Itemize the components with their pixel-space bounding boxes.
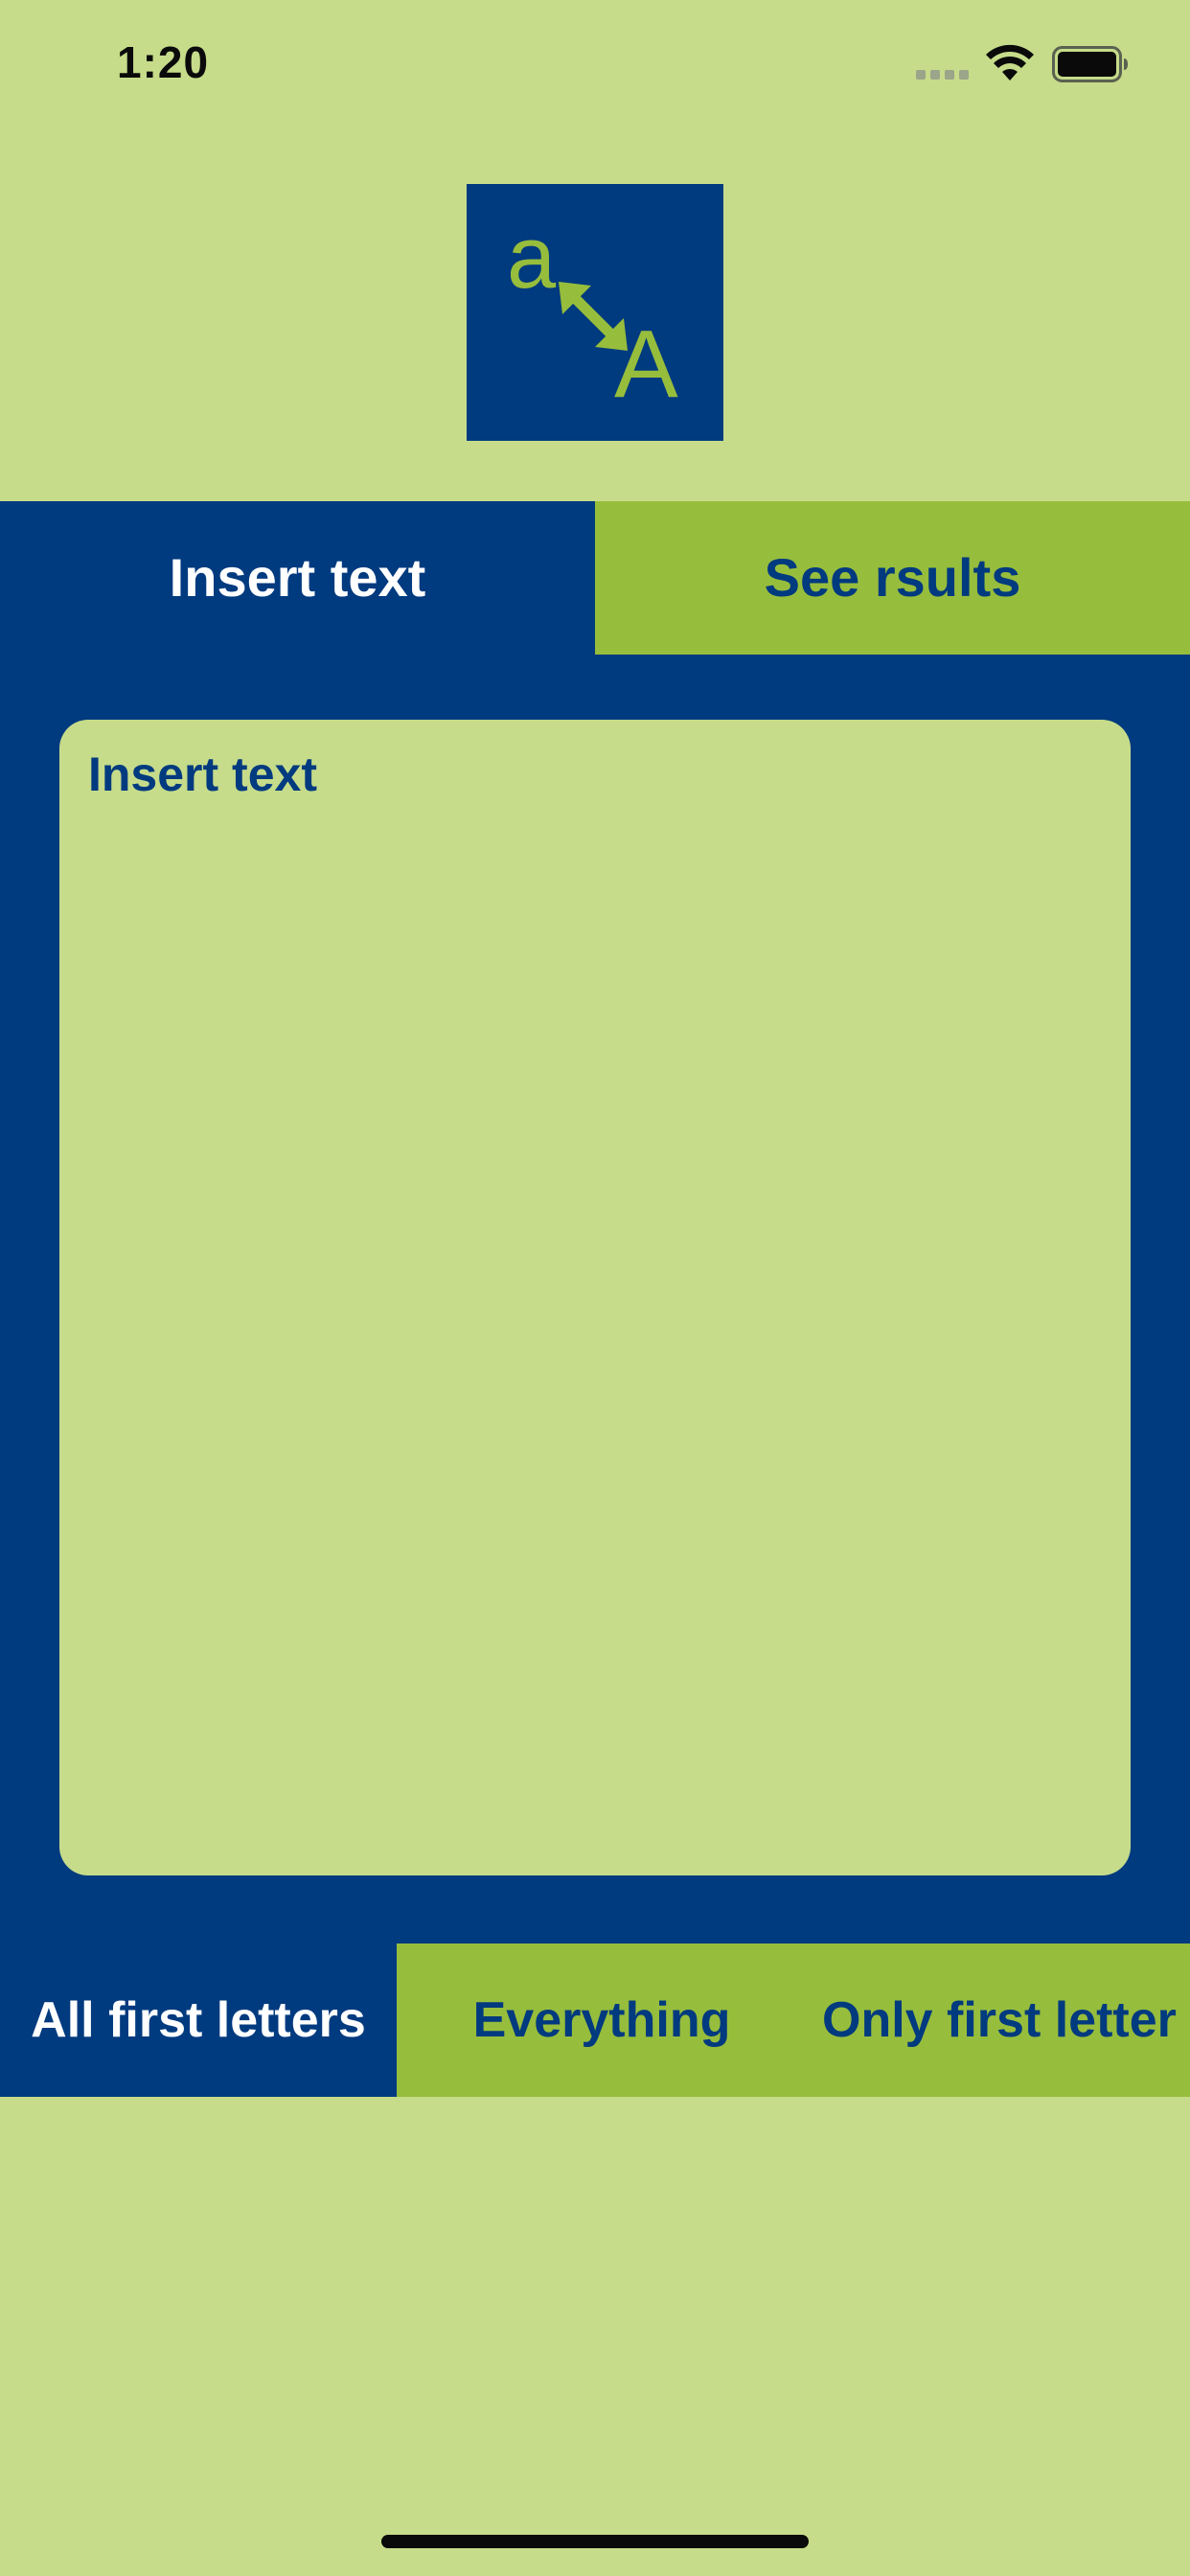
logo-lower-letter: a [507, 209, 557, 307]
tab-see-results[interactable]: See rsults [595, 501, 1190, 655]
top-tab-bar: Insert text See rsults [0, 501, 1190, 655]
wifi-icon [986, 44, 1034, 80]
input-panel [0, 655, 1190, 1944]
app-logo: a A [467, 184, 723, 441]
signal-icon [916, 70, 969, 80]
text-input[interactable] [59, 720, 1131, 1875]
mode-only-first-letter[interactable]: Only first letter [807, 1944, 1190, 2097]
mode-all-first-letters[interactable]: All first letters [0, 1944, 397, 2097]
battery-icon [1052, 46, 1128, 82]
mode-everything[interactable]: Everything [397, 1944, 807, 2097]
mode-selector: All first letters Everything Only first … [0, 1944, 1190, 2097]
status-bar: 1:20 [0, 0, 1190, 134]
status-time: 1:20 [117, 37, 210, 87]
home-indicator[interactable] [381, 2535, 809, 2548]
resize-arrow-icon: a A [507, 209, 678, 418]
tab-insert-text[interactable]: Insert text [0, 501, 595, 655]
